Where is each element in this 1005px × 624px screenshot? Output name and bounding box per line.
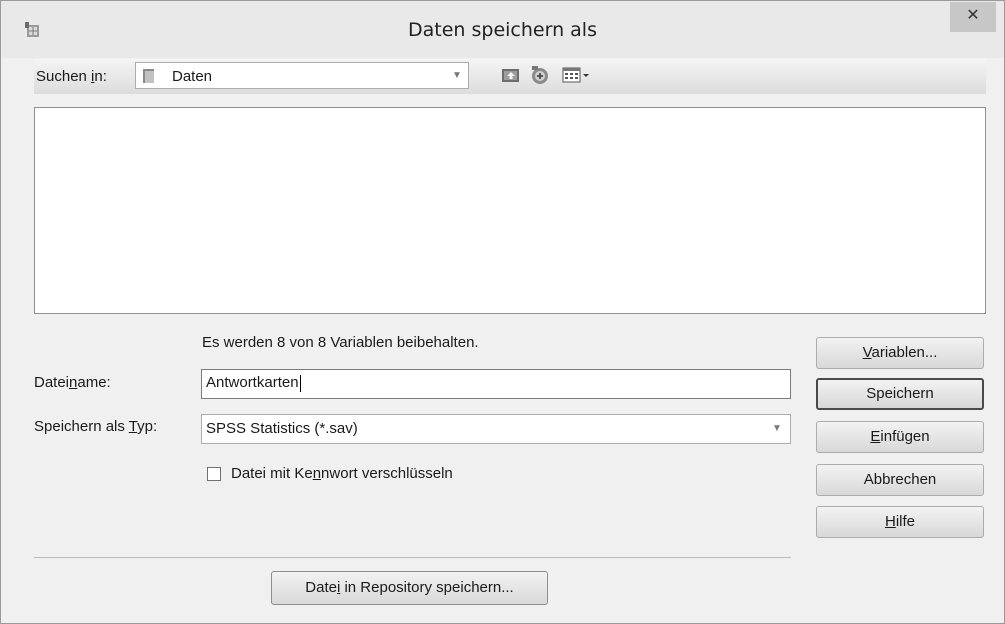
new-folder-icon[interactable] xyxy=(530,65,550,85)
view-menu-icon[interactable] xyxy=(562,65,592,85)
variables-info-text: Es werden 8 von 8 Variablen beibehalten. xyxy=(202,334,479,351)
title-bar: Daten speichern als ✕ xyxy=(1,1,1004,58)
save-dialog: Daten speichern als ✕ Suchen in: Daten ▼ xyxy=(0,0,1005,624)
chevron-down-icon[interactable]: ▼ xyxy=(446,63,468,88)
close-button[interactable]: ✕ xyxy=(950,2,996,32)
filename-input[interactable]: Antwortkarten xyxy=(201,369,791,399)
save-button[interactable]: Speichern xyxy=(816,378,984,410)
chevron-down-icon[interactable]: ▼ xyxy=(764,415,790,443)
folder-icon xyxy=(143,69,154,83)
file-type-value: SPSS Statistics (*.sav) xyxy=(206,420,358,437)
window-title: Daten speichern als xyxy=(408,19,597,41)
look-in-label: Suchen in: xyxy=(36,68,107,85)
file-type-label: Speichern als Typ: xyxy=(34,418,158,435)
look-in-combo[interactable]: Daten ▼ xyxy=(135,62,469,89)
look-in-bar: Suchen in: Daten ▼ xyxy=(34,59,986,94)
filename-label: Dateiname: xyxy=(34,374,111,391)
close-icon: ✕ xyxy=(966,7,980,24)
file-list[interactable] xyxy=(34,107,986,314)
variables-button[interactable]: Variablen... xyxy=(816,337,984,369)
text-caret xyxy=(299,374,301,392)
help-button[interactable]: Hilfe xyxy=(816,506,984,538)
look-in-value: Daten xyxy=(172,68,213,85)
file-type-select[interactable]: SPSS Statistics (*.sav) ▼ xyxy=(201,414,791,444)
cancel-button[interactable]: Abbrechen xyxy=(816,464,984,496)
separator-line xyxy=(34,557,791,558)
save-to-repository-button[interactable]: Datei in Repository speichern... xyxy=(271,571,548,605)
paste-button[interactable]: Einfügen xyxy=(816,421,984,453)
encrypt-checkbox-label[interactable]: Datei mit Kennwort verschlüsseln xyxy=(231,465,453,482)
encrypt-checkbox[interactable] xyxy=(207,467,221,481)
filename-value: Antwortkarten xyxy=(206,374,299,391)
up-folder-icon[interactable] xyxy=(501,65,521,85)
